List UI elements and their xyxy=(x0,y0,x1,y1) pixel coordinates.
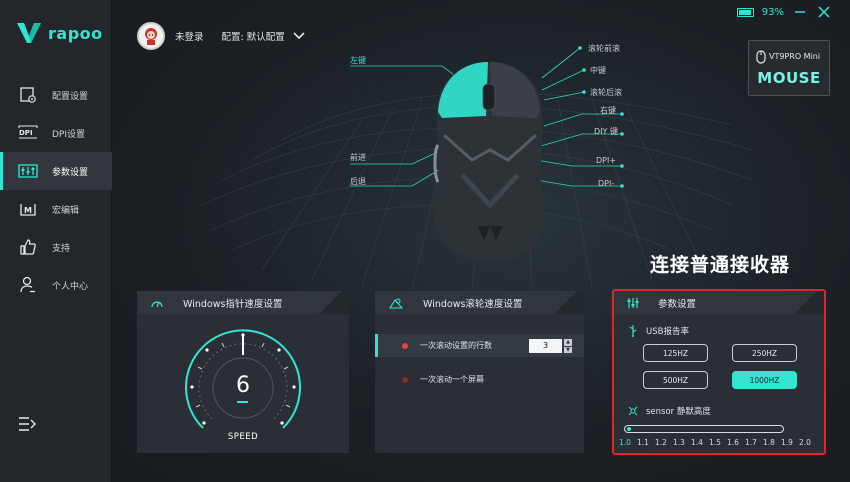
lod-tick: 1.2 xyxy=(655,438,667,447)
logo-text: rapoo xyxy=(48,23,103,43)
speedometer-icon xyxy=(151,301,163,308)
rapoo-logo: rapoo xyxy=(16,22,103,44)
rate-500-button[interactable]: 500HZ xyxy=(643,371,708,389)
scroll-mouse-icon xyxy=(389,298,403,309)
lod-tick: 1.0 xyxy=(619,438,631,447)
mouse-label-right[interactable]: 右键 xyxy=(600,105,616,116)
connection-banner: 连接普通接收器 xyxy=(650,254,791,276)
gauge-indicator xyxy=(237,401,248,403)
header-decoration xyxy=(319,291,349,314)
mouse-label-diy[interactable]: DIY 键 xyxy=(594,126,618,137)
mouse-label-scroll-forward[interactable]: 滚轮前滚 xyxy=(588,43,620,54)
rate-1000-button[interactable]: 1000HZ xyxy=(732,371,797,389)
lod-tick: 1.4 xyxy=(691,438,703,447)
mouse-label-dpi-plus[interactable]: DPI+ xyxy=(596,156,616,165)
sidebar-item-params[interactable]: 参数设置 xyxy=(0,152,112,190)
panel-header: Windows指针速度设置 xyxy=(137,291,349,314)
pointer-speed-value: 6 xyxy=(236,373,250,398)
speed-label: SPEED xyxy=(227,432,259,442)
menu-collapse-icon xyxy=(19,417,36,431)
radio-unselected-icon xyxy=(402,376,408,383)
rapoo-v-icon xyxy=(17,23,41,43)
mouse-label-middle[interactable]: 中键 xyxy=(590,65,606,76)
lod-tick: 1.9 xyxy=(781,438,793,447)
sidebar-item-dpi[interactable]: DPI DPI设置 xyxy=(0,114,112,152)
panel-header: Windows滚轮速度设置 xyxy=(375,291,584,314)
lod-tick: 1.5 xyxy=(709,438,721,447)
sidebar-nav: 配置设置 DPI DPI设置 参数设置 M 宏编辑 支持 个人中心 xyxy=(0,76,112,304)
menu-collapse-button[interactable] xyxy=(18,416,36,436)
params-icon xyxy=(18,162,38,180)
sensor-icon xyxy=(628,406,638,416)
header-decoration xyxy=(794,291,824,314)
sidebar-item-macro[interactable]: M 宏编辑 xyxy=(0,190,112,228)
mouse-image xyxy=(433,62,545,262)
scroll-lines-stepper[interactable]: 3 ▲ ▼ xyxy=(529,339,572,353)
scroll-option-label: 一次滚动一个屏幕 xyxy=(420,375,484,384)
mouse-label-left[interactable]: 左键 xyxy=(350,55,366,66)
scroll-option-label: 一次滚动设置的行数 xyxy=(420,341,492,350)
stepper-up-icon[interactable]: ▲ xyxy=(564,339,572,346)
scroll-option-lines[interactable]: 一次滚动设置的行数 3 ▲ ▼ xyxy=(375,334,584,357)
usb-rate-section: USB报告率 xyxy=(628,325,689,337)
usb-rate-label: USB报告率 xyxy=(646,327,689,337)
sensor-section: sensor 静默高度 xyxy=(628,405,711,417)
lod-tick: 1.3 xyxy=(673,438,685,447)
sidebar: rapoo 配置设置 DPI DPI设置 参数设置 M 宏编辑 支持 个人中心 xyxy=(0,0,112,482)
sidebar-item-support[interactable]: 支持 xyxy=(0,228,112,266)
sidebar-item-label: 宏编辑 xyxy=(52,205,80,216)
radio-selected-icon xyxy=(402,342,408,349)
lod-slider[interactable] xyxy=(624,425,784,433)
lod-tick: 1.6 xyxy=(727,438,739,447)
stepper-down-icon[interactable]: ▼ xyxy=(564,346,572,353)
usb-icon xyxy=(629,325,637,337)
sidebar-item-label: 参数设置 xyxy=(52,167,89,178)
lod-slider-thumb[interactable] xyxy=(627,427,631,431)
svg-text:DPI: DPI xyxy=(19,129,33,137)
mouse-label-forward[interactable]: 前进 xyxy=(350,152,366,163)
panel-header: 参数设置 xyxy=(614,291,824,314)
scroll-lines-value[interactable]: 3 xyxy=(529,339,562,353)
sidebar-item-label: 支持 xyxy=(52,243,71,254)
sidebar-item-config[interactable]: 配置设置 xyxy=(0,76,112,114)
panel-title: Windows滚轮速度设置 xyxy=(423,298,523,310)
lod-tick: 1.1 xyxy=(637,438,649,447)
main-area: 未登录 配置: 默认配置 93% VT9PRO Mini MOUSE 左键 滚轮… xyxy=(112,0,850,482)
panel-title: Windows指针速度设置 xyxy=(183,298,283,310)
dpi-icon: DPI xyxy=(18,124,38,142)
rate-250-button[interactable]: 250HZ xyxy=(732,344,797,362)
lod-tick: 1.7 xyxy=(745,438,757,447)
scroll-option-screen[interactable]: 一次滚动一个屏幕 xyxy=(375,368,584,391)
params-panel: 参数设置 USB报告率 125HZ 250HZ 500HZ 1000HZ sen… xyxy=(612,289,826,455)
mouse-label-scroll-back[interactable]: 滚轮后滚 xyxy=(590,87,622,98)
sidebar-item-profile[interactable]: 个人中心 xyxy=(0,266,112,304)
sidebar-item-label: DPI设置 xyxy=(52,129,86,140)
sliders-icon xyxy=(627,298,639,308)
panel-title: 参数设置 xyxy=(658,298,697,310)
header-decoration xyxy=(554,291,584,314)
thumbs-up-icon xyxy=(18,238,38,256)
rate-125-button[interactable]: 125HZ xyxy=(643,344,708,362)
sensor-label: sensor 静默高度 xyxy=(646,407,711,417)
lod-tick: 1.8 xyxy=(763,438,775,447)
sidebar-item-label: 配置设置 xyxy=(52,91,89,102)
macro-icon: M xyxy=(18,200,38,218)
lod-tick: 2.0 xyxy=(799,438,811,447)
pointer-speed-panel: Windows指针速度设置 6 SPEED xyxy=(137,291,349,453)
mouse-label-dpi-minus[interactable]: DPI- xyxy=(598,179,614,188)
user-icon xyxy=(18,276,38,294)
sidebar-item-label: 个人中心 xyxy=(52,281,89,292)
svg-text:M: M xyxy=(24,206,32,215)
mouse-label-back[interactable]: 后退 xyxy=(350,176,366,187)
config-icon xyxy=(18,86,38,104)
scroll-speed-panel: Windows滚轮速度设置 一次滚动设置的行数 3 ▲ ▼ 一次滚动一个屏幕 xyxy=(375,291,584,453)
